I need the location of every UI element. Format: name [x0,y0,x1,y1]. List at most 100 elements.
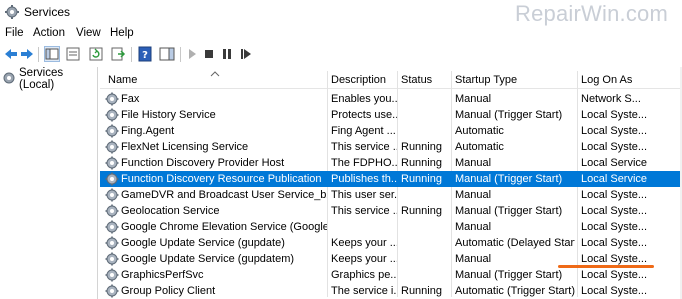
table-row[interactable]: Group Policy Client The service i... Runni… [100,283,682,299]
service-description-cell: The FDPHO... [331,157,397,169]
restart-service-icon[interactable] [238,46,254,62]
service-log-on-as-cell: Local Service [581,157,648,169]
column-header-log-on-as[interactable]: Log On As [581,74,632,86]
column-header-description[interactable]: Description [331,74,386,86]
service-description-cell: Keeps your ... [331,237,397,249]
service-log-on-as-cell: Local Syste... [581,269,648,281]
service-gear-icon [105,268,119,282]
service-name-cell: Function Discovery Provider Host [121,157,285,169]
table-row[interactable]: Google Chrome Elevation Service (GoogleC… [100,219,682,235]
service-name-cell: Geolocation Service [121,205,220,217]
service-gear-icon [105,236,119,250]
service-name-cell: FlexNet Licensing Service [121,141,249,153]
toolbar: ? [0,43,682,67]
service-name-cell: Google Chrome Elevation Service (GoogleC… [121,221,327,233]
service-description-cell: Enables you... [331,93,397,105]
services-gear-icon [2,71,16,88]
service-gear-icon [105,284,119,298]
column-header-startup-type[interactable]: Startup Type [455,74,517,86]
stop-service-icon[interactable] [201,46,217,62]
service-startup-type-cell: Automatic [455,141,504,153]
table-row[interactable]: FlexNet Licensing Service This service ..… [100,139,682,155]
service-gear-icon [105,156,119,170]
menu-action[interactable]: Action [33,27,65,39]
service-log-on-as-cell: Network S... [581,93,641,105]
service-name-cell: Google Update Service (gupdate) [121,237,285,249]
svg-text:?: ? [142,50,148,61]
table-row[interactable]: GameDVR and Broadcast User Service_b28d0… [100,187,682,203]
table-row[interactable]: Fax Enables you... Manual Network S... [100,91,682,107]
start-service-icon[interactable] [184,46,200,62]
service-startup-type-cell: Automatic [455,125,504,137]
column-header-name[interactable]: Name [108,74,137,86]
table-row[interactable]: File History Service Protects use... Manua… [100,107,682,123]
help-icon[interactable]: ? [137,46,153,62]
column-header-status[interactable]: Status [401,74,432,86]
table-row[interactable]: GraphicsPerfSvc Graphics pe... Manual (Tri… [100,267,682,283]
export-list-icon[interactable] [110,46,126,62]
properties-sheet-icon[interactable] [65,46,81,62]
service-startup-type-cell: Manual [455,93,492,105]
service-name-cell: Function Discovery Resource Publication [121,173,322,185]
service-log-on-as-cell: Local Syste... [581,125,648,137]
service-log-on-as-cell: Local Syste... [581,189,648,201]
window-title: Services [24,5,71,19]
service-startup-type-cell: Manual (Trigger Start) [455,269,563,281]
highlight-underline [558,265,654,268]
refresh-icon[interactable] [88,46,104,62]
service-status-cell: Running [401,141,442,153]
console-tree: Services (Local) [0,67,98,299]
menu-file[interactable]: File [5,27,24,39]
service-startup-type-cell: Manual [455,253,492,265]
service-log-on-as-cell: Local Syste... [581,221,648,233]
toolbar-separator [180,47,181,62]
service-name-cell: File History Service [121,109,216,121]
service-description-cell: This user ser... [331,189,397,201]
forward-arrow-icon[interactable] [19,46,35,62]
service-status-cell: Running [401,285,442,297]
service-name-cell: Group Policy Client [121,285,216,297]
service-startup-type-cell: Manual [455,157,492,169]
service-gear-icon [105,204,119,218]
toolbar-separator [38,47,39,62]
services-list: Name Description Status Startup Type Log… [100,67,682,299]
show-hide-console-tree-icon[interactable] [44,46,60,62]
menu-view[interactable]: View [76,27,101,39]
service-description-cell: This service ... [331,141,397,153]
menu-bar: File Action View Help [0,24,682,42]
service-description-cell: Publishes th... [331,173,397,185]
service-startup-type-cell: Manual (Trigger Start) [455,173,563,185]
menu-help[interactable]: Help [110,27,134,39]
service-description-cell: This service ... [331,205,397,217]
service-startup-type-cell: Manual (Trigger Start) [455,109,563,121]
back-arrow-icon[interactable] [3,46,19,62]
service-gear-icon [105,188,119,202]
service-startup-type-cell: Manual [455,221,492,233]
service-gear-icon [105,172,119,186]
services-gear-icon [5,5,19,19]
show-hide-action-pane-icon[interactable] [159,46,175,62]
table-row[interactable]: Fing.Agent Fing Agent ... Automatic Local S… [100,123,682,139]
service-gear-icon [105,108,119,122]
service-gear-icon [105,124,119,138]
service-status-cell: Running [401,157,442,169]
column-headers: Name Description Status Startup Type Log… [100,67,682,89]
service-gear-icon [105,92,119,106]
service-log-on-as-cell: Local Syste... [581,285,648,297]
service-description-cell: Keeps your ... [331,253,397,265]
sort-ascending-icon [210,68,220,77]
service-description-cell: Protects use... [331,109,397,121]
service-log-on-as-cell: Local Service [581,173,648,185]
table-row[interactable]: Function Discovery Provider Host The FDPH… [100,155,682,171]
tree-node-services-local[interactable]: Services (Local) [2,67,97,91]
service-name-cell: GraphicsPerfSvc [121,269,204,281]
service-log-on-as-cell: Local Syste... [581,237,648,249]
pause-service-icon[interactable] [219,46,235,62]
service-name-cell: Fing.Agent [121,125,175,137]
service-description-cell: Graphics pe... [331,269,397,281]
table-row[interactable]: Geolocation Service This service ... Runni… [100,203,682,219]
table-row[interactable]: Google Update Service (gupdate) Keeps you… [100,235,682,251]
service-log-on-as-cell: Local Syste... [581,253,648,265]
service-gear-icon [105,220,119,234]
table-row[interactable]: Function Discovery Resource Publication P… [100,171,682,187]
